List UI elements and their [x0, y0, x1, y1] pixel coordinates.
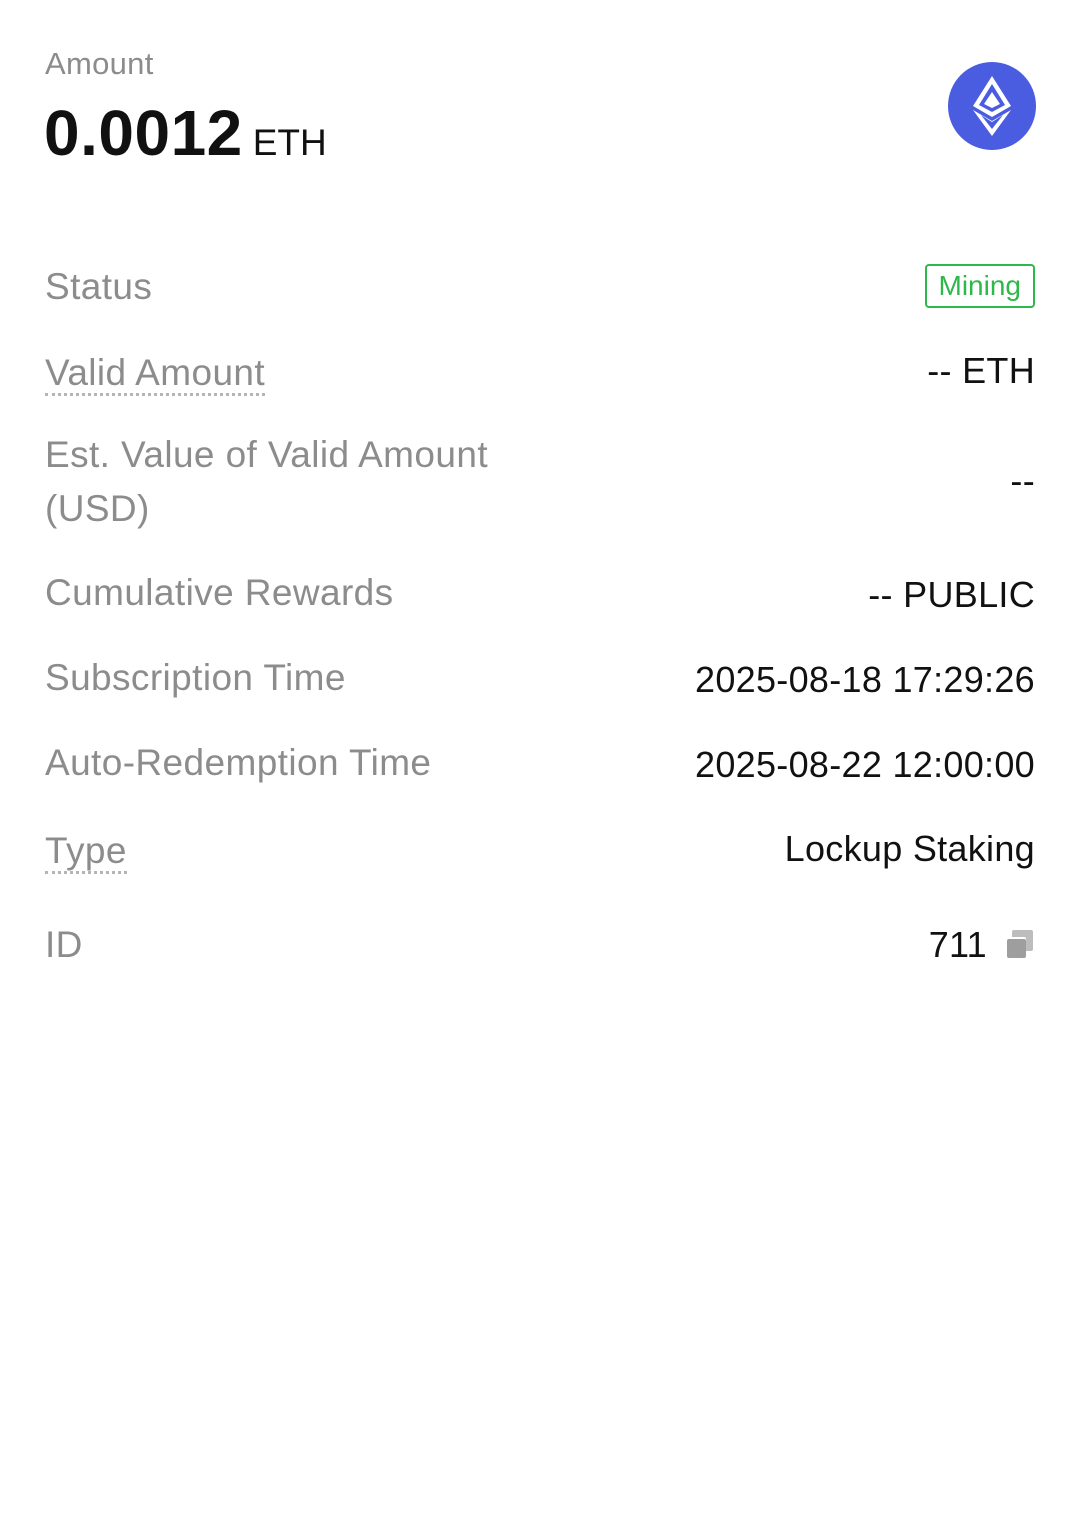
id-label: ID: [45, 924, 83, 965]
status-row: Status Mining: [45, 260, 1035, 314]
est-value-value: --: [1010, 460, 1035, 501]
type-label[interactable]: Type: [45, 824, 127, 878]
id-row: ID 711: [45, 918, 1035, 972]
status-badge: Mining: [924, 264, 1035, 308]
ethereum-icon: [948, 62, 1036, 150]
id-value-group: 711: [929, 924, 1035, 966]
amount-value: 0.0012: [44, 97, 243, 169]
cumulative-rewards-row: Cumulative Rewards -- PUBLIC: [45, 566, 1035, 620]
amount-display: 0.0012 ETH: [44, 96, 327, 170]
status-label: Status: [45, 266, 153, 307]
cumulative-rewards-value: -- PUBLIC: [868, 574, 1035, 615]
type-value: Lockup Staking: [784, 828, 1035, 869]
subscription-time-label: Subscription Time: [45, 657, 346, 698]
auto-redemption-time-row: Auto-Redemption Time 2025-08-22 12:00:00: [45, 736, 1035, 790]
id-value: 711: [928, 924, 987, 965]
amount-label: Amount: [45, 46, 154, 81]
auto-redemption-time-value: 2025-08-22 12:00:00: [695, 744, 1035, 785]
copy-icon[interactable]: [1003, 927, 1035, 959]
valid-amount-row: Valid Amount -- ETH: [45, 346, 1035, 406]
valid-amount-label[interactable]: Valid Amount: [45, 346, 266, 400]
subscription-time-value: 2025-08-18 17:29:26: [695, 659, 1035, 700]
valid-amount-value: -- ETH: [927, 350, 1035, 391]
auto-redemption-time-label: Auto-Redemption Time: [45, 742, 432, 783]
est-value-row: Est. Value of Valid Amount (USD) --: [45, 428, 1035, 538]
type-row: Type Lockup Staking: [45, 824, 1035, 884]
cumulative-rewards-label: Cumulative Rewards: [45, 572, 394, 613]
est-value-label: Est. Value of Valid Amount (USD): [45, 434, 488, 529]
subscription-time-row: Subscription Time 2025-08-18 17:29:26: [45, 651, 1035, 705]
amount-unit: ETH: [252, 122, 327, 163]
